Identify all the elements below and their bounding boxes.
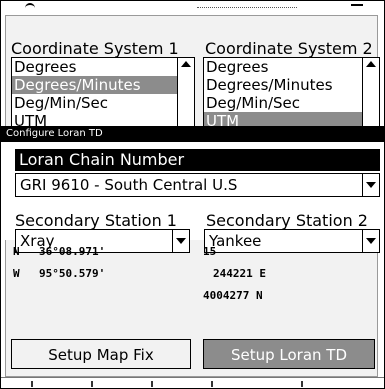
cs2-item-degrees-minutes[interactable]: Degrees/Minutes (204, 76, 379, 94)
cs1-item-degrees[interactable]: Degrees (12, 58, 194, 76)
secondary-station-2-label: Secondary Station 2 (206, 211, 368, 230)
screen: Coordinate System 1 Degrees Degrees/Minu… (0, 0, 385, 389)
map-tick (301, 381, 303, 387)
map-tick (211, 381, 213, 387)
cs2-item-degrees[interactable]: Degrees (204, 58, 379, 76)
secondary-station-2-value: Yankee (209, 232, 262, 250)
dialog-title-bar: Configure Loran TD (1, 126, 384, 142)
coordinate-system-1-list[interactable]: Degrees Degrees/Minutes Deg/Min/Sec UTM (11, 57, 195, 127)
longitude-hemisphere: W (13, 267, 20, 280)
scroll-up-arrow-icon[interactable] (181, 61, 191, 67)
map-ticks (197, 1, 297, 8)
latitude-hemisphere: N (13, 245, 20, 258)
cs1-scrollbar[interactable] (177, 58, 194, 126)
utm-easting: 244221 E (213, 267, 266, 280)
latitude-value: 36°08.971' (39, 245, 106, 258)
loran-chain-dropdown-button[interactable] (362, 174, 379, 196)
coordinate-system-2-label: Coordinate System 2 (205, 39, 373, 58)
background-map-strip-bottom (1, 377, 384, 388)
chevron-down-icon (366, 238, 376, 244)
scroll-up-arrow-icon[interactable] (366, 61, 376, 67)
map-dash (351, 4, 363, 6)
secondary-station-1-label: Secondary Station 1 (15, 211, 177, 230)
cs1-item-degrees-minutes[interactable]: Degrees/Minutes (12, 76, 194, 94)
utm-zone: 15 (203, 245, 217, 258)
setup-map-fix-button[interactable]: Setup Map Fix (11, 339, 191, 369)
secondary-station-1-dropdown-button[interactable] (172, 230, 189, 252)
map-tick (91, 381, 93, 387)
cs2-item-utm[interactable]: UTM (204, 112, 379, 126)
secondary-station-2-select[interactable]: Yankee (204, 229, 380, 253)
map-mark-icon (25, 3, 35, 9)
map-tick (151, 381, 153, 387)
secondary-station-2-dropdown-button[interactable] (362, 230, 379, 252)
cs2-item-deg-min-sec[interactable]: Deg/Min/Sec (204, 94, 379, 112)
setup-loran-td-button[interactable]: Setup Loran TD (203, 339, 375, 369)
cs1-item-utm[interactable]: UTM (12, 112, 194, 126)
loran-chain-select[interactable]: GRI 9610 - South Central U.S (15, 173, 380, 197)
loran-chain-number-label: Loran Chain Number (15, 149, 380, 171)
coordinate-system-2-list[interactable]: Degrees Degrees/Minutes Deg/Min/Sec UTM (203, 57, 380, 127)
longitude-value: 95°50.579' (39, 267, 106, 280)
utm-northing: 4004277 N (203, 289, 263, 302)
background-map-strip-top (1, 1, 384, 15)
coordinate-system-1-label: Coordinate System 1 (11, 39, 179, 58)
cs2-scrollbar[interactable] (362, 58, 379, 126)
loran-chain-value: GRI 9610 - South Central U.S (20, 176, 238, 194)
map-tick (31, 381, 33, 387)
chevron-down-icon (366, 182, 376, 188)
chevron-down-icon (176, 238, 186, 244)
cs1-item-deg-min-sec[interactable]: Deg/Min/Sec (12, 94, 194, 112)
